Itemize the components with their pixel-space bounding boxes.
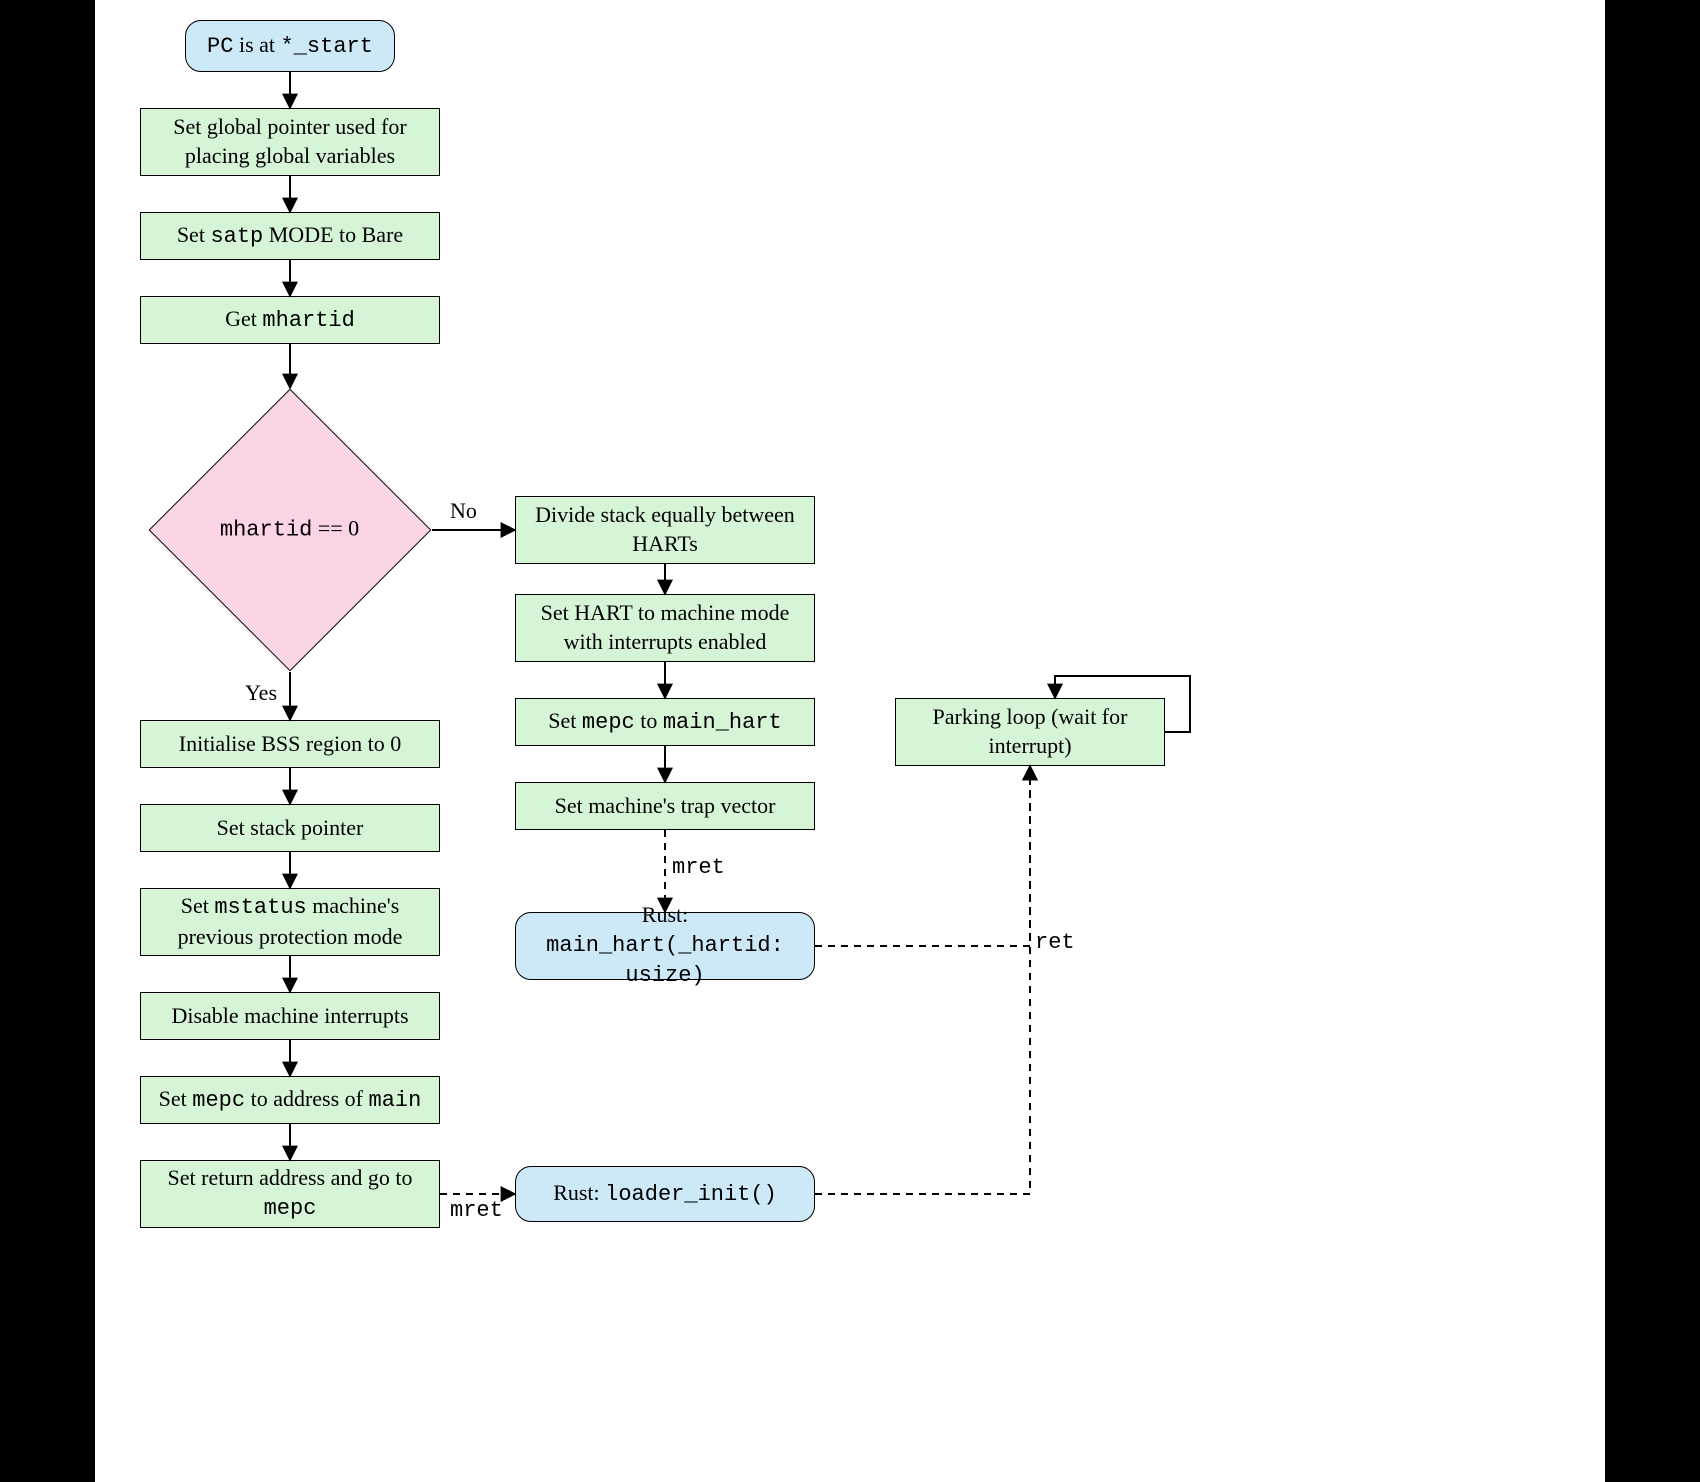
txt: mepc <box>192 1088 245 1113</box>
txt: main <box>369 1088 422 1113</box>
node-init-bss: Initialise BSS region to 0 <box>140 720 440 768</box>
edge-label-no: No <box>450 498 477 524</box>
txt: Set <box>181 893 215 918</box>
node-decision: mhartid == 0 <box>149 389 432 672</box>
txt: to <box>635 708 663 733</box>
node-start: PC is at *_start <box>185 20 395 72</box>
txt: Initialise BSS region to 0 <box>179 730 401 759</box>
node-parking-loop: Parking loop (wait for interrupt) <box>895 698 1165 766</box>
txt: Disable machine interrupts <box>171 1002 408 1031</box>
node-set-mepc-main: Set mepc to address of main <box>140 1076 440 1124</box>
txt: main_hart(_hartid: usize) <box>546 933 784 989</box>
txt: Set stack pointer <box>217 814 364 843</box>
edge-label-ret: ret <box>1035 930 1075 955</box>
txt: mepc <box>264 1196 317 1221</box>
txt: Set <box>159 1086 193 1111</box>
txt: Set <box>177 222 211 247</box>
txt: satp <box>210 224 263 249</box>
node-set-sp: Set stack pointer <box>140 804 440 852</box>
node-set-mstatus: Set mstatus machine's previous protectio… <box>140 888 440 956</box>
node-set-mepc-mh: Set mepc to main_hart <box>515 698 815 746</box>
txt: to address of <box>245 1086 368 1111</box>
edge-label-mret-2: mret <box>450 1198 503 1223</box>
txt: main_hart <box>663 710 782 735</box>
node-set-satp: Set satp MODE to Bare <box>140 212 440 260</box>
txt: Rust: <box>553 1180 605 1205</box>
txt: Set HART to machine mode with interrupts… <box>526 599 804 656</box>
txt: Rust: <box>642 902 688 927</box>
txt: == 0 <box>313 516 360 541</box>
txt: mepc <box>582 710 635 735</box>
txt: mhartid <box>220 518 312 543</box>
txt: Set machine's trap vector <box>555 792 776 821</box>
txt: mhartid <box>262 308 354 333</box>
txt: loader_init() <box>605 1182 777 1207</box>
txt: Set global pointer used for placing glob… <box>151 113 429 170</box>
node-disable-int: Disable machine interrupts <box>140 992 440 1040</box>
node-rust-loader-init: Rust: loader_init() <box>515 1166 815 1222</box>
node-divide-stack: Divide stack equally between HARTs <box>515 496 815 564</box>
node-get-mhartid: Get mhartid <box>140 296 440 344</box>
txt: Get <box>225 306 262 331</box>
edge-label-mret-1: mret <box>672 855 725 880</box>
txt: MODE to Bare <box>263 222 403 247</box>
txt: Set return address and go to <box>168 1165 413 1190</box>
txt: *_start <box>281 34 373 59</box>
txt: Set <box>548 708 582 733</box>
node-set-ra: Set return address and go to mepc <box>140 1160 440 1228</box>
node-rust-main-hart: Rust: main_hart(_hartid: usize) <box>515 912 815 980</box>
txt: mstatus <box>214 895 306 920</box>
txt: Divide stack equally between HARTs <box>526 501 804 558</box>
node-set-hart-mm: Set HART to machine mode with interrupts… <box>515 594 815 662</box>
node-set-gp: Set global pointer used for placing glob… <box>140 108 440 176</box>
edge-label-yes: Yes <box>245 680 277 706</box>
node-set-trap: Set machine's trap vector <box>515 782 815 830</box>
txt: Parking loop (wait for interrupt) <box>906 703 1154 760</box>
txt: is at <box>233 32 280 57</box>
txt: PC <box>207 34 233 59</box>
